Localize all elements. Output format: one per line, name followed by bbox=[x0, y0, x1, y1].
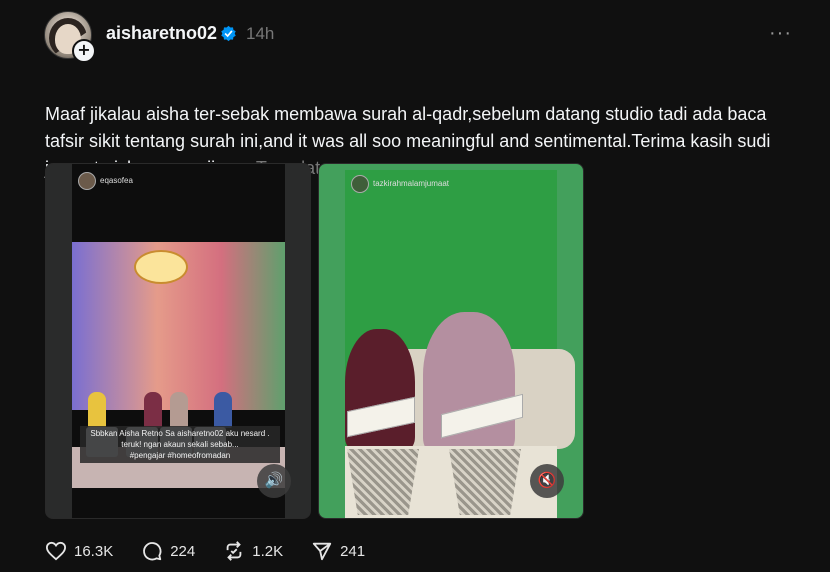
follow-plus-icon[interactable]: + bbox=[72, 39, 96, 63]
video-account-tag: eqasofea bbox=[100, 176, 133, 185]
account-avatar-icon bbox=[351, 175, 369, 193]
send-icon bbox=[312, 542, 332, 561]
media-video-1[interactable]: eqasofea Sbbkan Aisha Retno Sa aisharetn… bbox=[45, 163, 311, 519]
username[interactable]: aisharetno02 bbox=[106, 23, 217, 44]
like-button[interactable]: 16.3K bbox=[45, 541, 113, 561]
show-logo bbox=[134, 250, 188, 284]
table-mat bbox=[449, 449, 521, 515]
comment-count: 224 bbox=[170, 542, 196, 560]
table-mat bbox=[347, 449, 419, 515]
verified-badge-icon bbox=[221, 25, 236, 42]
repost-count: 1.2K bbox=[252, 542, 284, 560]
studio-scene bbox=[72, 242, 285, 488]
account-avatar-icon bbox=[78, 172, 96, 190]
post-actions: 16.3K 224 1.2K 241 bbox=[45, 540, 393, 562]
repost-icon bbox=[226, 541, 242, 561]
like-count: 16.3K bbox=[74, 542, 114, 560]
muted-icon[interactable]: 🔇 bbox=[530, 464, 564, 498]
heart-icon bbox=[45, 541, 67, 561]
more-options-icon[interactable]: ··· bbox=[769, 22, 792, 45]
media-video-2[interactable]: tazkirahmalamjumaat 🔇 bbox=[318, 163, 584, 519]
video-frame: eqasofea Sbbkan Aisha Retno Sa aisharetn… bbox=[72, 164, 285, 518]
share-count: 241 bbox=[340, 542, 366, 560]
volume-icon[interactable]: 🔊 bbox=[257, 464, 291, 498]
video-subtitle: Sbbkan Aisha Retno Sa aisharetno02 aku n… bbox=[80, 426, 280, 463]
post-time: 14h bbox=[246, 24, 275, 43]
comment-button[interactable]: 224 bbox=[141, 540, 195, 562]
comment-icon bbox=[143, 542, 162, 561]
share-button[interactable]: 241 bbox=[311, 540, 365, 562]
thread-post: + aisharetno02 14h ··· Maaf jikalau aish… bbox=[0, 0, 830, 572]
repost-button[interactable]: 1.2K bbox=[223, 540, 283, 562]
avatar[interactable]: + bbox=[44, 11, 96, 63]
video-account-tag: tazkirahmalamjumaat bbox=[373, 179, 450, 188]
